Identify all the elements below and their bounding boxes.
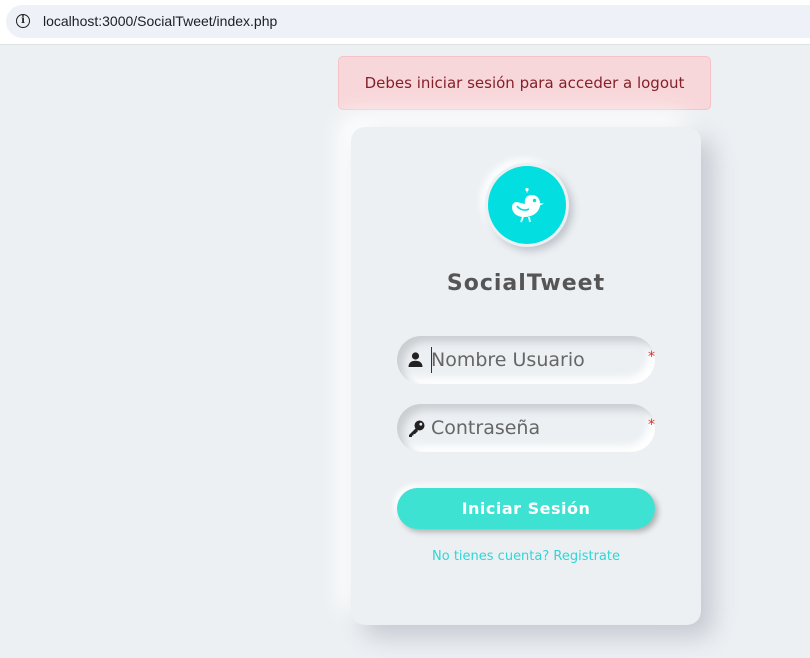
browser-toolbar: i localhost:3000/SocialTweet/index.php xyxy=(0,0,810,45)
user-icon xyxy=(408,352,423,367)
info-icon[interactable]: i xyxy=(16,14,30,28)
login-button[interactable]: Iniciar Sesión xyxy=(397,488,655,529)
url-text[interactable]: localhost:3000/SocialTweet/index.php xyxy=(43,13,277,29)
error-alert: Debes iniciar sesión para acceder a logo… xyxy=(338,56,711,110)
logo xyxy=(485,163,569,247)
register-link[interactable]: No tienes cuenta? Registrate xyxy=(351,549,701,564)
logo-circle xyxy=(488,166,566,244)
bird-icon xyxy=(512,187,544,223)
password-field[interactable]: * xyxy=(397,404,655,452)
required-marker: * xyxy=(648,349,655,365)
app-title: SocialTweet xyxy=(446,271,606,296)
username-field[interactable]: * xyxy=(397,336,655,384)
username-input[interactable] xyxy=(431,336,631,384)
text-caret xyxy=(431,347,432,373)
login-card: SocialTweet * * Iniciar Sesión No tienes… xyxy=(351,127,701,625)
required-marker: * xyxy=(648,417,655,433)
key-icon xyxy=(409,420,425,437)
password-input[interactable] xyxy=(431,404,631,452)
